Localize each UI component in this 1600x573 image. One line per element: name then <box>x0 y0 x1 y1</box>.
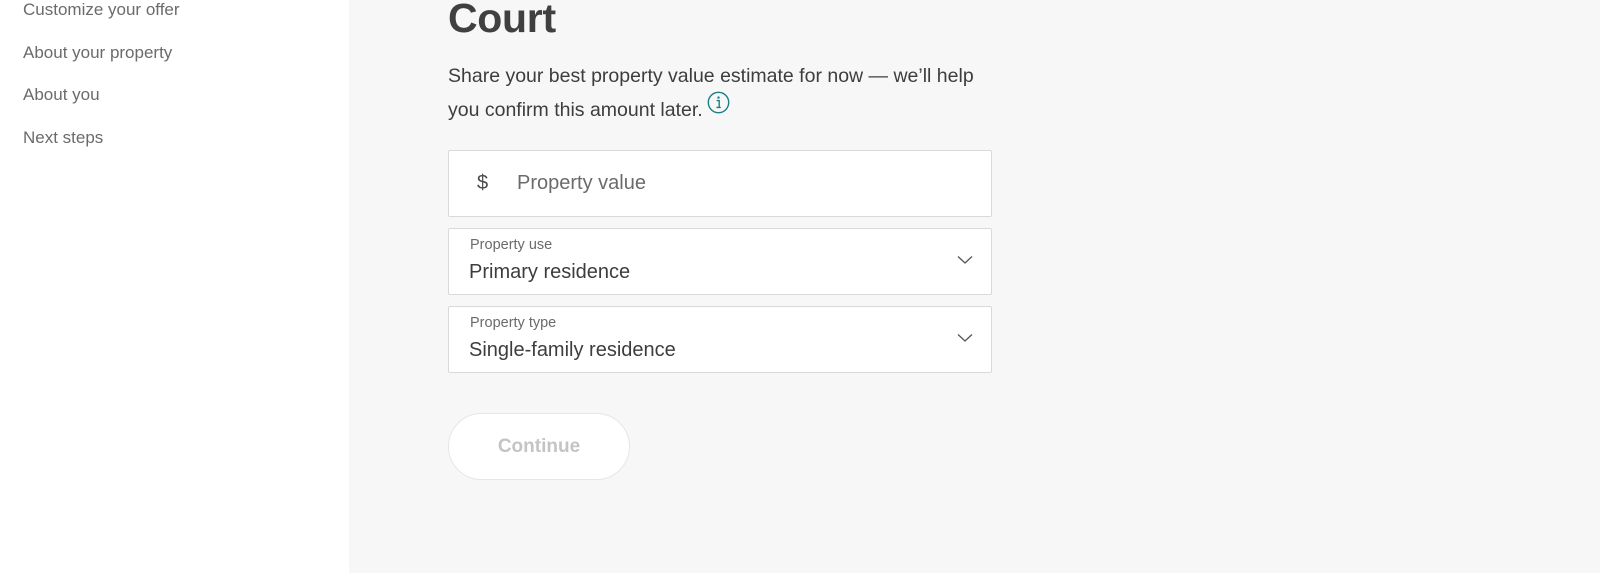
property-type-select[interactable]: Property type Single-family residence <box>448 306 992 373</box>
sidebar-item-next-steps[interactable]: Next steps <box>23 126 180 169</box>
chevron-down-icon <box>957 334 973 342</box>
sidebar-item-about-you[interactable]: About you <box>23 83 180 126</box>
page: Customize your offer About your property… <box>0 0 1600 573</box>
sidebar-item-customize-offer[interactable]: Customize your offer <box>23 0 180 41</box>
sidebar-item-about-property[interactable]: About your property <box>23 41 180 84</box>
continue-button[interactable]: Continue <box>448 413 630 480</box>
property-type-label: Property type <box>470 315 557 331</box>
property-value-input[interactable] <box>517 172 937 195</box>
property-use-value: Primary residence <box>469 261 631 283</box>
description: Share your best property value estimate … <box>448 62 988 125</box>
chevron-down-icon <box>957 256 973 264</box>
property-use-label: Property use <box>470 237 553 253</box>
property-type-value: Single-family residence <box>469 339 676 361</box>
sidebar: Customize your offer About your property… <box>0 0 349 573</box>
currency-symbol: $ <box>477 172 489 194</box>
sidebar-nav: Customize your offer About your property… <box>23 0 180 168</box>
page-title: Court <box>448 0 556 41</box>
info-circle-icon[interactable] <box>707 91 730 123</box>
main-content: Court Share your best property value est… <box>349 0 1600 573</box>
property-value-field[interactable]: $ <box>448 150 992 217</box>
property-use-select[interactable]: Property use Primary residence <box>448 228 992 295</box>
